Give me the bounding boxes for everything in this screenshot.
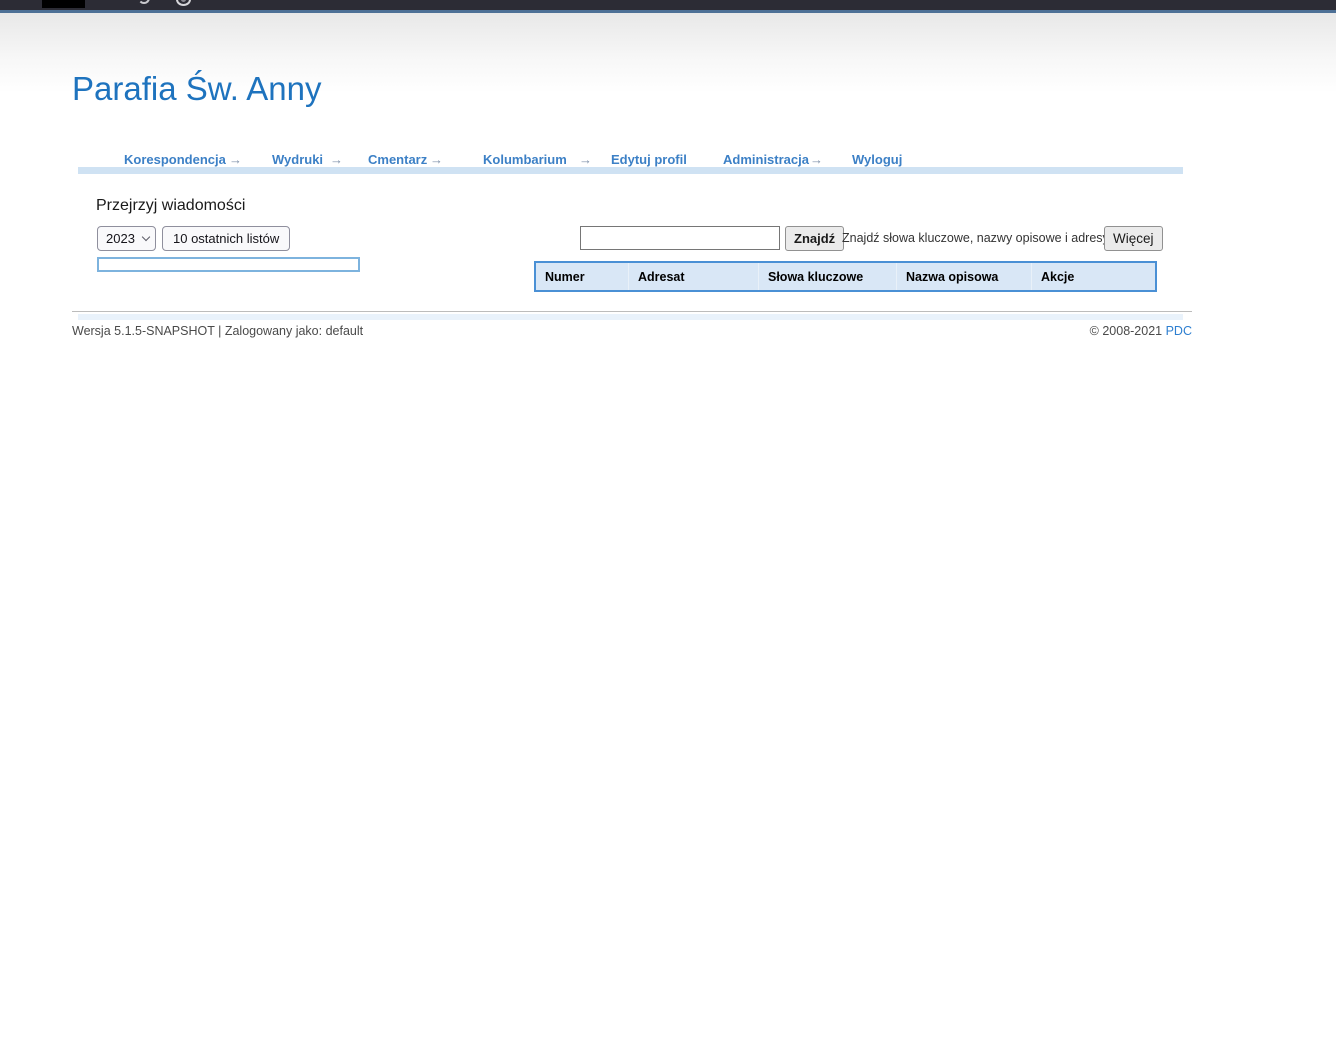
submenu-arrow-icon: → bbox=[430, 152, 443, 167]
browser-chrome-bar bbox=[0, 0, 1336, 10]
search-hint-text: Znajdź słowa kluczowe, nazwy opisowe i a… bbox=[842, 231, 1109, 245]
browser-tab-fragment bbox=[42, 0, 85, 8]
search-input[interactable] bbox=[580, 226, 780, 250]
quick-filter-input[interactable] bbox=[97, 257, 360, 272]
column-header-slowa-kluczowe[interactable]: Słowa kluczowe bbox=[758, 263, 896, 290]
section-heading: Przejrzyj wiadomości bbox=[96, 197, 245, 215]
pdc-link[interactable]: PDC bbox=[1166, 324, 1192, 338]
page: Parafia Św. Anny Korespondencja → Wydruk… bbox=[0, 0, 1336, 1061]
nav-highlight-strip bbox=[78, 167, 1183, 174]
refresh-icon[interactable] bbox=[138, 0, 150, 4]
more-button[interactable]: Więcej bbox=[1104, 226, 1163, 251]
messages-table: Numer Adresat Słowa kluczowe Nazwa opiso… bbox=[534, 261, 1157, 292]
column-header-akcje[interactable]: Akcje bbox=[1031, 263, 1155, 290]
submenu-arrow-icon: → bbox=[330, 152, 343, 167]
submenu-arrow-icon: → bbox=[579, 152, 592, 167]
column-header-adresat[interactable]: Adresat bbox=[628, 263, 758, 290]
submenu-arrow-icon: → bbox=[810, 152, 823, 167]
main-nav: Korespondencja → Wydruki → Cmentarz → Ko… bbox=[0, 152, 1336, 168]
recent-letters-button[interactable]: 10 ostatnich listów bbox=[162, 226, 290, 251]
nav-item-korespondencja[interactable]: Korespondencja bbox=[124, 152, 226, 167]
globe-icon[interactable] bbox=[176, 0, 191, 6]
version-status-text: Wersja 5.1.5-SNAPSHOT | Zalogowany jako:… bbox=[72, 324, 363, 338]
nav-item-cmentarz[interactable]: Cmentarz bbox=[368, 152, 427, 167]
nav-item-kolumbarium[interactable]: Kolumbarium bbox=[483, 152, 567, 167]
nav-item-administracja[interactable]: Administracja bbox=[723, 152, 809, 167]
footer-divider bbox=[72, 311, 1192, 312]
find-button[interactable]: Znajdź bbox=[785, 226, 844, 251]
nav-item-wydruki[interactable]: Wydruki bbox=[272, 152, 323, 167]
footer-highlight-strip bbox=[78, 314, 1183, 320]
copyright: © 2008-2021 PDC bbox=[1090, 324, 1192, 338]
column-header-nazwa-opisowa[interactable]: Nazwa opisowa bbox=[896, 263, 1031, 290]
nav-item-edytuj-profil[interactable]: Edytuj profil bbox=[611, 152, 687, 167]
table-header-row: Numer Adresat Słowa kluczowe Nazwa opiso… bbox=[536, 263, 1155, 290]
submenu-arrow-icon: → bbox=[229, 152, 242, 167]
year-select[interactable]: 2023 bbox=[97, 226, 156, 251]
column-header-numer[interactable]: Numer bbox=[536, 263, 628, 290]
nav-item-wyloguj[interactable]: Wyloguj bbox=[852, 152, 902, 167]
page-title: Parafia Św. Anny bbox=[72, 70, 321, 108]
year-select-wrap: 2023 bbox=[97, 226, 156, 251]
copyright-text: © 2008-2021 bbox=[1090, 324, 1166, 338]
